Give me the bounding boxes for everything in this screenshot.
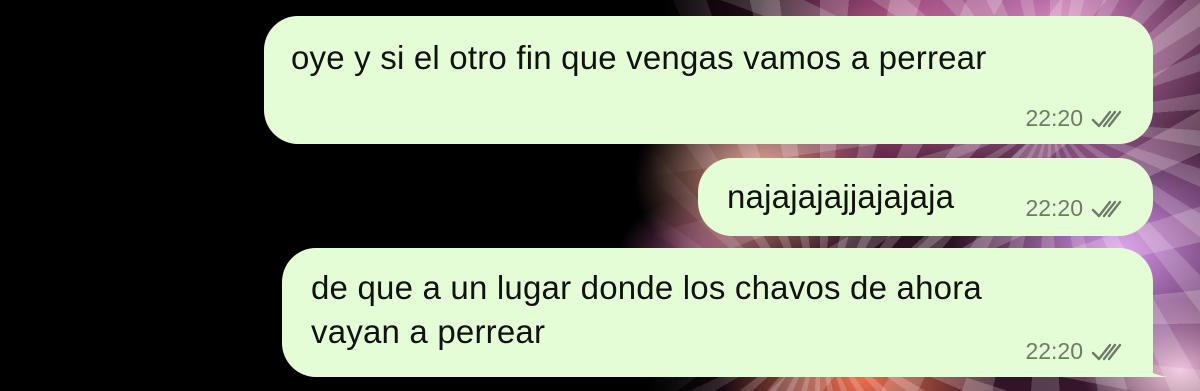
message-time: 22:20 [1025, 105, 1083, 131]
message-bubble[interactable]: de que a un lugar donde los chavos de ah… [282, 248, 1167, 377]
message-meta: 22:20 [1025, 338, 1125, 365]
bubble-tail [1137, 351, 1167, 377]
message-meta: 22:20 [1025, 195, 1125, 222]
double-check-icon [1091, 342, 1125, 362]
double-check-icon [1091, 199, 1125, 219]
message-text: de que a un lugar donde los chavos de ah… [311, 266, 982, 354]
message-meta: 22:20 [1025, 105, 1125, 132]
message-text: oye y si el otro fin que vengas vamos a … [291, 39, 987, 76]
message-text-line: de que a un lugar donde los chavos de ah… [311, 269, 982, 306]
message-bubble[interactable]: oye y si el otro fin que vengas vamos a … [264, 16, 1153, 144]
double-check-icon [1091, 109, 1125, 129]
message-text: najajajajjajajaja [727, 178, 955, 215]
message-bubble[interactable]: najajajajjajajaja 22:20 [698, 158, 1153, 236]
message-time: 22:20 [1025, 338, 1083, 364]
message-text-line: vayan a perrear [311, 313, 546, 350]
message-time: 22:20 [1025, 195, 1083, 221]
